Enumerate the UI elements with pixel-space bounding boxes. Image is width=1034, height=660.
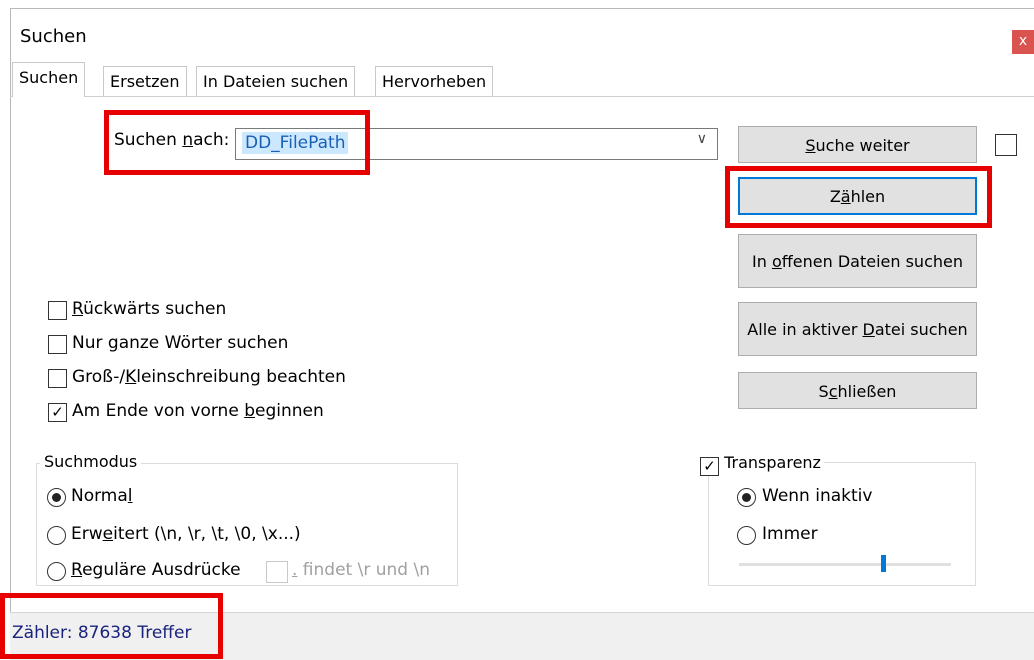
transparency-slider-thumb[interactable] [881,555,887,572]
normal-label: Normal [71,486,133,506]
regex-label: Reguläre Ausdrücke [71,560,241,580]
find-next-option-checkbox[interactable] [995,134,1017,156]
annotation-count-button [725,166,992,228]
annotation-search-field [104,110,370,175]
whole-word-label: Nur ganze Wörter suchen [72,333,289,353]
always-radio[interactable] [737,526,756,545]
close-icon[interactable]: x [1012,30,1034,54]
regex-radio[interactable] [47,562,66,581]
annotation-status-count [0,593,223,659]
extended-label: Erweitert (\n, \r, \t, \0, \x...) [71,524,301,544]
always-label: Immer [762,524,818,544]
tab-suchen[interactable]: Suchen [12,62,86,97]
normal-radio[interactable] [47,488,66,507]
transparency-legend: ✓ Transparenz [697,453,824,476]
find-all-in-active-file-button[interactable]: Alle in aktiver Datei suchen [738,302,977,356]
match-case-label: Groß-/Kleinschreibung beachten [72,367,346,387]
extended-radio[interactable] [47,526,66,545]
tab-in-dateien-suchen[interactable]: In Dateien suchen [196,66,356,96]
close-button[interactable]: Schließen [738,372,977,409]
chevron-down-icon[interactable]: ∨ [697,131,707,147]
whole-word-checkbox[interactable] [48,335,67,354]
search-mode-legend: Suchmodus [40,452,142,471]
transparency-slider-track[interactable] [739,563,951,566]
window-title: Suchen [20,26,87,47]
backward-checkbox[interactable] [48,301,67,320]
when-inactive-radio[interactable] [737,488,756,507]
transparency-checkbox[interactable]: ✓ [700,457,719,476]
match-case-checkbox[interactable] [48,369,67,388]
wrap-around-checkbox[interactable]: ✓ [48,403,67,422]
backward-label: Rückwärts suchen [72,299,227,319]
dot-matches-newline-label: . findet \r und \n [292,560,430,580]
transparency-group [708,462,976,586]
transparency-label: Transparenz [724,453,821,472]
when-inactive-label: Wenn inaktiv [762,486,873,506]
find-next-button[interactable]: Suche weiter [738,126,977,163]
find-in-open-files-button[interactable]: In offenen Dateien suchen [738,234,977,288]
wrap-around-label: Am Ende von vorne beginnen [72,401,324,421]
tab-ersetzen[interactable]: Ersetzen [103,66,187,96]
dot-matches-newline-checkbox[interactable] [266,561,288,583]
tab-hervorheben[interactable]: Hervorheben [375,66,494,96]
